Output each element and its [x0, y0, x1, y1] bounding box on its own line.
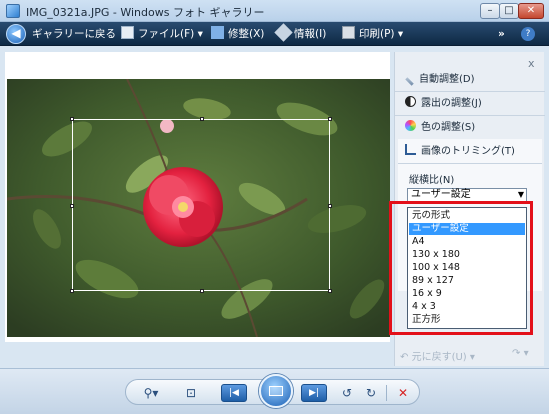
- file-icon: [121, 26, 134, 39]
- slideshow-button[interactable]: [259, 374, 293, 408]
- rotate-left-icon[interactable]: ↺: [338, 385, 356, 401]
- zoom-icon[interactable]: ⚲▾: [136, 385, 166, 401]
- aspect-ratio-select[interactable]: ユーザー設定 ▼: [407, 188, 527, 202]
- back-to-gallery-button[interactable]: ギャラリーに戻る: [32, 26, 116, 42]
- undo-arrow-icon: ↶: [400, 352, 409, 363]
- printer-icon: [342, 26, 355, 39]
- pane-close-icon[interactable]: x: [528, 57, 535, 70]
- print-menu[interactable]: 印刷(P) ▾: [342, 26, 403, 42]
- crop-rectangle[interactable]: [70, 117, 332, 293]
- toolbar: ◀ ギャラリーに戻る ファイル(F) ▾ 修整(X) 情報(I) 印刷(P) ▾…: [0, 22, 549, 46]
- trim-label: 画像のトリミング(T): [421, 146, 515, 157]
- overflow-chevron-icon[interactable]: »: [498, 26, 505, 42]
- print-menu-label: 印刷(P): [359, 28, 395, 40]
- crop-handle-top-right[interactable]: [328, 117, 332, 121]
- app-icon: [6, 4, 20, 18]
- separator: [395, 115, 545, 116]
- slideshow-icon: [269, 386, 283, 396]
- photo-gallery-window: IMG_0321a.JPG - Windows フォト ギャラリー – □ ✕ …: [0, 0, 549, 414]
- crop-handle-right[interactable]: [328, 204, 332, 208]
- fix-button[interactable]: 修整(X): [211, 26, 264, 42]
- dropdown-arrow-icon: ▼: [517, 190, 524, 199]
- separator: [395, 91, 545, 92]
- image-viewer: [5, 52, 390, 342]
- back-arrow-icon[interactable]: ◀: [6, 24, 26, 44]
- color-wheel-icon: [405, 120, 416, 131]
- crop-handle-bottom[interactable]: [200, 289, 204, 293]
- maximize-button[interactable]: □: [499, 3, 519, 19]
- previous-icon[interactable]: |◀: [221, 384, 247, 402]
- auto-adjust-label: 自動調整(D): [419, 74, 475, 85]
- file-menu[interactable]: ファイル(F) ▾: [121, 26, 203, 42]
- exposure-button[interactable]: 露出の調整(J): [405, 96, 482, 112]
- window-title: IMG_0321a.JPG - Windows フォト ギャラリー: [26, 6, 265, 19]
- info-button-label: 情報(I): [294, 28, 327, 40]
- crop-handle-bottom-left[interactable]: [70, 289, 74, 293]
- magic-wand-icon: [405, 77, 414, 86]
- crop-handle-top[interactable]: [200, 117, 204, 121]
- fix-button-label: 修整(X): [228, 28, 265, 40]
- highlight-frame: [389, 201, 533, 335]
- aspect-ratio-label: 縦横比(N): [409, 175, 455, 186]
- trim-button[interactable]: 画像のトリミング(T): [405, 144, 515, 160]
- help-icon[interactable]: ?: [521, 27, 535, 41]
- crop-handle-top-left[interactable]: [70, 117, 74, 121]
- redo-arrow-icon: ↷: [512, 348, 521, 359]
- rotate-right-icon[interactable]: ↻: [362, 385, 380, 401]
- next-icon[interactable]: ▶|: [301, 384, 327, 402]
- exposure-icon: [405, 96, 416, 107]
- minimize-button[interactable]: –: [480, 3, 500, 19]
- exposure-label: 露出の調整(J): [421, 98, 482, 109]
- tag-icon: [274, 23, 293, 42]
- camellia-photo: [7, 79, 390, 337]
- title-bar: IMG_0321a.JPG - Windows フォト ギャラリー – □ ✕: [0, 0, 549, 22]
- control-pill: ⚲▾ ⊡ |◀ ▶| ↺ ↻ ✕: [125, 374, 420, 408]
- undo-button[interactable]: ↶ 元に戻す(U) ▾: [400, 348, 475, 363]
- undo-label: 元に戻す(U): [411, 352, 467, 363]
- color-adjust-label: 色の調整(S): [421, 122, 476, 133]
- auto-adjust-button[interactable]: 自動調整(D): [405, 72, 475, 88]
- delete-icon[interactable]: ✕: [394, 385, 412, 401]
- fix-icon: [211, 26, 224, 39]
- aspect-ratio-value: ユーザー設定: [411, 189, 471, 200]
- control-bar: ⚲▾ ⊡ |◀ ▶| ↺ ↻ ✕: [0, 368, 549, 414]
- color-adjust-button[interactable]: 色の調整(S): [405, 120, 475, 136]
- close-button[interactable]: ✕: [518, 3, 544, 19]
- separator: [386, 385, 387, 401]
- crop-icon: [405, 144, 416, 155]
- actual-size-icon[interactable]: ⊡: [181, 385, 201, 401]
- crop-handle-left[interactable]: [70, 204, 74, 208]
- file-menu-label: ファイル(F): [138, 28, 195, 40]
- crop-handle-bottom-right[interactable]: [328, 289, 332, 293]
- separator: [398, 163, 542, 164]
- redo-button[interactable]: ↷ ▾: [512, 348, 529, 359]
- info-button[interactable]: 情報(I): [274, 23, 327, 42]
